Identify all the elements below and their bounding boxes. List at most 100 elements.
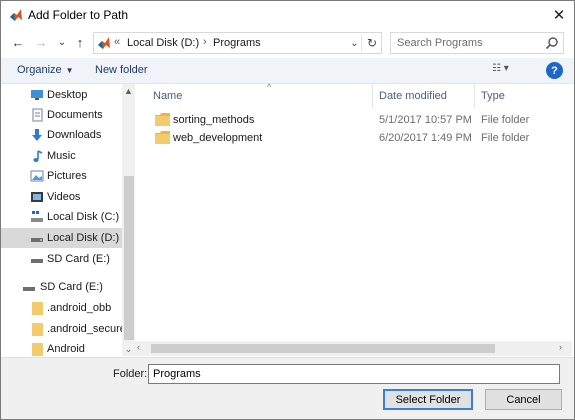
sidebar-item-label: Downloads: [47, 129, 102, 141]
sidebar-item-desktop[interactable]: Desktop: [1, 85, 122, 105]
help-icon: ?: [551, 64, 558, 77]
folder-name-field[interactable]: [148, 364, 560, 384]
breadcrumb-overflow-icon[interactable]: «: [114, 36, 120, 48]
column-header-date-modified[interactable]: Date modified: [373, 84, 475, 108]
sidebar-item-videos[interactable]: Videos: [1, 187, 122, 207]
folder-icon: [32, 323, 43, 336]
breadcrumb-programs[interactable]: Programs: [213, 37, 261, 49]
scroll-up-arrow-icon[interactable]: ▲: [122, 84, 135, 98]
sidebar-item-label: Videos: [47, 191, 81, 203]
command-bar: Organize ▼ New folder ☷ ▾ ?: [1, 58, 574, 84]
file-name: sorting_methods: [173, 114, 255, 126]
forward-button[interactable]: →: [32, 33, 50, 51]
videos-icon: [31, 192, 43, 202]
new-folder-button[interactable]: New folder: [95, 64, 148, 76]
up-button[interactable]: ↑: [71, 33, 89, 51]
sidebar-item-local-disk-c[interactable]: Local Disk (C:): [1, 207, 122, 227]
address-history-button[interactable]: ⌄: [348, 35, 362, 51]
breadcrumb-local-disk-d[interactable]: Local Disk (D:): [127, 37, 199, 49]
organize-menu[interactable]: Organize ▼: [17, 64, 74, 76]
file-date-modified: 6/20/2017 1:49 PM: [379, 132, 472, 144]
select-folder-button[interactable]: Select Folder: [383, 389, 473, 410]
music-icon: [33, 150, 43, 162]
back-button[interactable]: ←: [9, 33, 27, 51]
file-row[interactable]: sorting_methods 5/1/2017 10:57 PM File f…: [147, 111, 567, 129]
scrollbar-thumb[interactable]: [151, 344, 495, 353]
chevron-down-icon: ⌄: [57, 36, 67, 48]
file-list: ^ Name Date modified Type sorting_method…: [135, 82, 574, 356]
view-grid-icon: ☷ ▾: [492, 63, 509, 74]
chevron-down-icon: ⌄: [350, 37, 359, 49]
add-folder-dialog: Add Folder to Path ✕ ← → ⌄ ↑ « Local Dis…: [0, 0, 575, 420]
file-type: File folder: [481, 114, 530, 126]
close-icon: ✕: [552, 7, 566, 24]
sort-ascending-icon: ^: [267, 82, 272, 92]
sidebar-item-label: Documents: [47, 109, 103, 121]
dialog-footer: Folder: Select Folder Cancel: [1, 357, 574, 419]
sidebar-item-music[interactable]: Music: [1, 146, 122, 166]
scroll-right-arrow-icon[interactable]: ›: [559, 342, 562, 352]
sidebar-item-label: SD Card (E:): [40, 281, 103, 293]
column-header-type[interactable]: Type: [475, 84, 574, 108]
sidebar-item-label: .android_obb: [47, 302, 112, 314]
title-bar: Add Folder to Path ✕: [1, 1, 574, 29]
file-type: File folder: [481, 132, 530, 144]
file-name: web_development: [173, 132, 263, 144]
dropdown-arrow-icon: ▼: [65, 66, 74, 75]
window-title: Add Folder to Path: [28, 8, 129, 22]
sidebar-item-label: Android: [47, 343, 85, 355]
address-bar[interactable]: « Local Disk (D:) › Programs ⌄ ↻: [93, 32, 382, 54]
file-list-horizontal-scrollbar[interactable]: ‹ ›: [135, 341, 572, 356]
scroll-left-arrow-icon[interactable]: ‹: [137, 342, 140, 352]
pictures-icon: [30, 170, 44, 182]
cancel-button[interactable]: Cancel: [485, 389, 562, 410]
sidebar-item-android[interactable]: Android: [1, 339, 122, 356]
back-arrow-icon: ←: [11, 34, 25, 50]
column-header-label: Name: [153, 90, 183, 102]
search-box[interactable]: [390, 32, 564, 54]
search-icon: [545, 37, 558, 50]
sidebar-item-sd-card-e[interactable]: SD Card (E:): [1, 249, 122, 269]
sidebar-item-downloads[interactable]: Downloads: [1, 125, 122, 145]
downloads-icon: [32, 129, 42, 141]
sidebar-item-label: Pictures: [47, 170, 87, 182]
refresh-icon: ↻: [366, 36, 378, 50]
file-row[interactable]: web_development 6/20/2017 1:49 PM File f…: [147, 129, 567, 147]
navigation-pane-scrollbar[interactable]: ▲ ⌄: [122, 84, 135, 356]
documents-icon: [32, 108, 43, 122]
sidebar-item-local-disk-d[interactable]: Local Disk (D:): [1, 228, 122, 248]
sidebar-item-label: SD Card (E:): [47, 253, 110, 265]
desktop-icon: [31, 90, 43, 100]
close-button[interactable]: ✕: [545, 2, 573, 28]
sidebar-item-label: Local Disk (C:): [47, 211, 120, 223]
sidebar-item-pictures[interactable]: Pictures: [1, 166, 122, 186]
folder-icon: [155, 131, 170, 144]
navigation-bar: ← → ⌄ ↑ « Local Disk (D:) › Programs ⌄ ↻: [1, 29, 574, 57]
sidebar-item-android-secure[interactable]: .android_secure: [1, 319, 126, 339]
column-header-label: Date modified: [379, 90, 447, 102]
search-input[interactable]: [397, 35, 543, 51]
drive-icon: [31, 238, 43, 242]
organize-label: Organize: [17, 64, 62, 76]
sd-card-icon: [31, 259, 43, 263]
breadcrumb-separator-icon[interactable]: ›: [203, 36, 207, 48]
matlab-logo-icon: [98, 37, 110, 49]
sd-card-icon: [23, 287, 35, 291]
sidebar-item-documents[interactable]: Documents: [1, 105, 122, 125]
sidebar-item-sd-card-e-expanded[interactable]: SD Card (E:): [1, 277, 122, 297]
column-header-name[interactable]: ^ Name: [147, 82, 373, 108]
matlab-logo-icon: [10, 9, 22, 21]
folder-icon: [155, 113, 170, 126]
sidebar-item-android-obb[interactable]: .android_obb: [1, 298, 122, 318]
folder-icon: [32, 343, 43, 356]
view-options-button[interactable]: ☷ ▾: [492, 63, 524, 79]
file-date-modified: 5/1/2017 10:57 PM: [379, 114, 472, 126]
folder-field-label: Folder:: [113, 368, 148, 380]
help-button[interactable]: ?: [546, 62, 563, 79]
scrollbar-thumb[interactable]: [124, 176, 134, 340]
column-header-label: Type: [481, 90, 505, 102]
scroll-down-arrow-icon[interactable]: ⌄: [122, 342, 135, 356]
refresh-button[interactable]: ↻: [364, 35, 380, 51]
recent-locations-button[interactable]: ⌄: [53, 33, 71, 51]
folder-icon: [32, 302, 43, 315]
